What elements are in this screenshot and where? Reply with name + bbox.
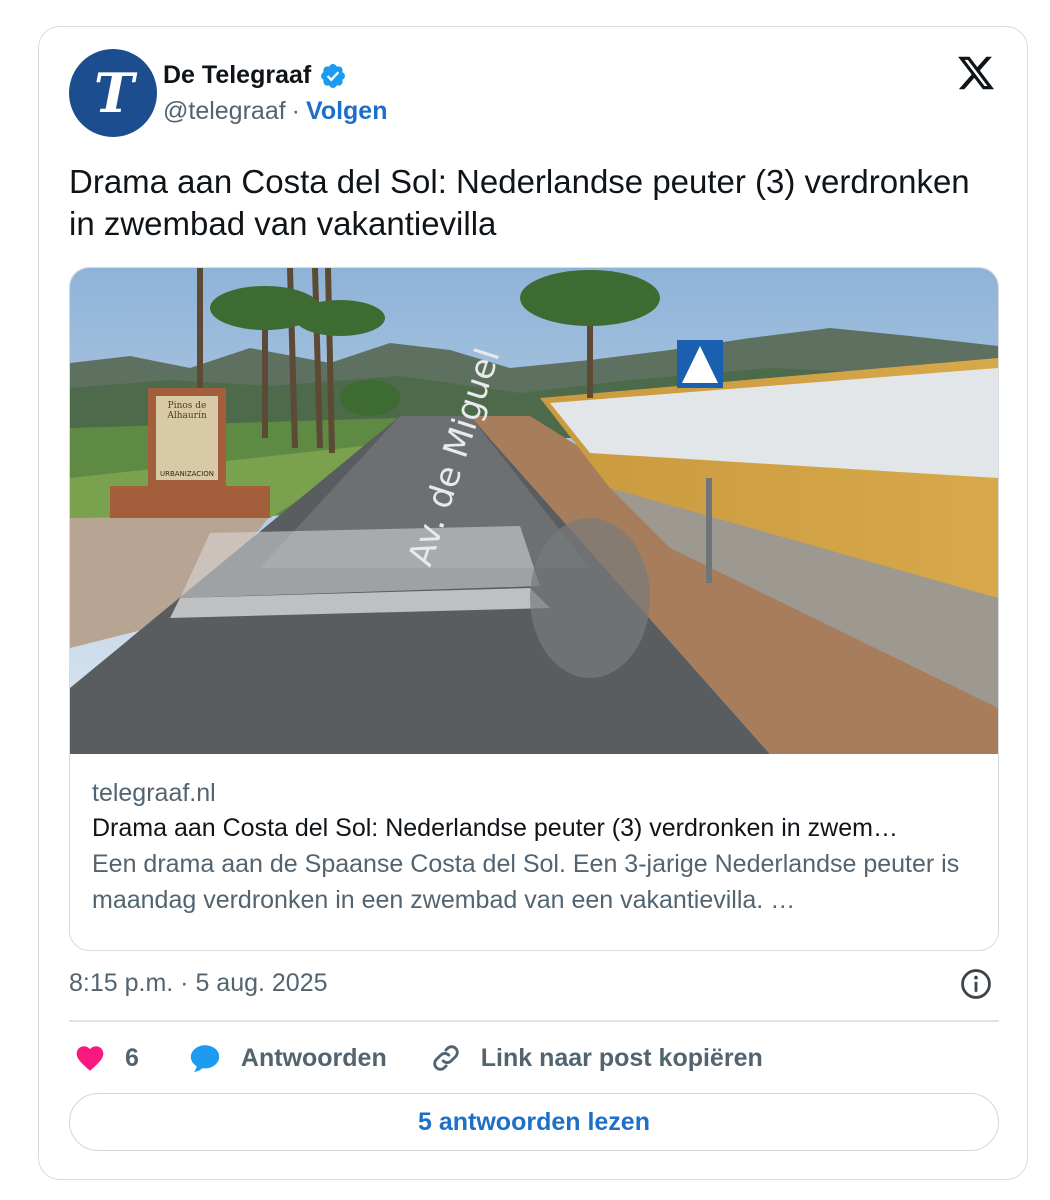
like-count: 6 <box>125 1043 139 1072</box>
photo-sign-text-1: Pinos de <box>168 401 207 411</box>
embedded-post-card: T De Telegraaf @telegraaf · Volgen Drama… <box>38 26 1028 1180</box>
link-domain: telegraaf.nl <box>92 779 216 807</box>
link-preview-card[interactable]: Pinos de Alhaurín URBANIZACION Av. de Mi… <box>69 267 999 951</box>
post-text: Drama aan Costa del Sol: Nederlandse peu… <box>69 163 970 242</box>
avatar-logo-letter: T <box>93 61 134 125</box>
post-timestamp[interactable]: 8:15 p.m. · 5 aug. 2025 <box>69 969 328 998</box>
like-button[interactable]: 6 <box>73 1042 139 1074</box>
avatar[interactable]: T <box>69 49 157 137</box>
account-handle[interactable]: @telegraaf <box>163 97 286 126</box>
reply-label: Antwoorden <box>240 1043 387 1072</box>
handle-row: @telegraaf · Volgen <box>163 97 387 126</box>
verified-badge-icon <box>321 63 346 88</box>
account-name[interactable]: De Telegraaf <box>163 61 311 90</box>
photo-sign-text-2: Alhaurín <box>166 410 207 421</box>
reply-bubble-icon <box>190 1045 220 1072</box>
divider <box>69 1020 999 1022</box>
separator-dot: · <box>291 97 300 125</box>
x-logo-icon[interactable] <box>955 53 997 93</box>
link-title: Drama aan Costa del Sol: Nederlandse peu… <box>92 814 898 842</box>
info-icon[interactable] <box>959 967 993 1001</box>
article-photo[interactable]: Pinos de Alhaurín URBANIZACION Av. de Mi… <box>70 268 998 754</box>
follow-button[interactable]: Volgen <box>306 97 387 126</box>
action-bar: 6 Antwoorden Link naar post kopiëren <box>73 1039 763 1077</box>
copy-link-label: Link naar post kopiëren <box>480 1043 763 1072</box>
link-meta: telegraaf.nl Drama aan Costa del Sol: Ne… <box>92 776 976 918</box>
reply-button[interactable]: Antwoorden <box>187 1041 387 1075</box>
heart-icon <box>76 1046 104 1071</box>
link-description: Een drama aan de Spaanse Costa del Sol. … <box>92 850 960 914</box>
copy-link-button[interactable]: Link naar post kopiëren <box>429 1041 763 1075</box>
photo-sign-text-3: URBANIZACION <box>160 470 214 478</box>
read-replies-button[interactable]: 5 antwoorden lezen <box>69 1093 999 1151</box>
account-name-row: De Telegraaf <box>163 61 347 90</box>
link-icon <box>433 1045 459 1071</box>
